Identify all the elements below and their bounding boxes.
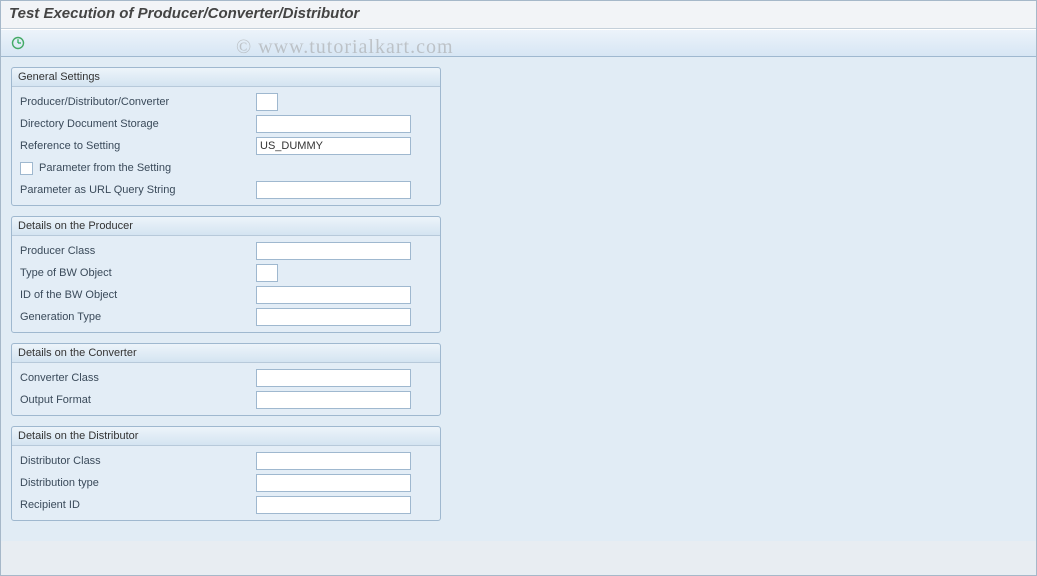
group-title-producer: Details on the Producer — [12, 217, 440, 236]
group-title-distributor: Details on the Distributor — [12, 427, 440, 446]
label-distribution-type: Distribution type — [20, 477, 256, 489]
input-distribution-type[interactable] — [256, 474, 411, 492]
label-producer-class: Producer Class — [20, 245, 256, 257]
input-pdc[interactable] — [256, 93, 278, 111]
label-distributor-class: Distributor Class — [20, 455, 256, 467]
label-bw-type: Type of BW Object — [20, 267, 256, 279]
input-recipient-id[interactable] — [256, 496, 411, 514]
input-bw-id[interactable] — [256, 286, 411, 304]
label-pdc: Producer/Distributor/Converter — [20, 96, 256, 108]
group-producer: Details on the Producer Producer Class T… — [11, 216, 441, 333]
input-output-format[interactable] — [256, 391, 411, 409]
label-param-url: Parameter as URL Query String — [20, 184, 256, 196]
label-generation-type: Generation Type — [20, 311, 256, 323]
group-converter: Details on the Converter Converter Class… — [11, 343, 441, 416]
page-title: Test Execution of Producer/Converter/Dis… — [1, 1, 1036, 29]
label-output-format: Output Format — [20, 394, 256, 406]
group-distributor: Details on the Distributor Distributor C… — [11, 426, 441, 521]
input-param-url[interactable] — [256, 181, 411, 199]
label-bw-id: ID of the BW Object — [20, 289, 256, 301]
execute-icon — [11, 36, 25, 50]
label-param-from-setting: Parameter from the Setting — [39, 162, 175, 174]
group-general-settings: General Settings Producer/Distributor/Co… — [11, 67, 441, 206]
input-distributor-class[interactable] — [256, 452, 411, 470]
label-converter-class: Converter Class — [20, 372, 256, 384]
content-area: General Settings Producer/Distributor/Co… — [1, 57, 1036, 541]
group-title-general: General Settings — [12, 68, 440, 87]
input-bw-type[interactable] — [256, 264, 278, 282]
group-title-converter: Details on the Converter — [12, 344, 440, 363]
execute-button[interactable] — [7, 33, 29, 53]
input-converter-class[interactable] — [256, 369, 411, 387]
input-directory[interactable] — [256, 115, 411, 133]
input-generation-type[interactable] — [256, 308, 411, 326]
toolbar — [1, 29, 1036, 57]
input-producer-class[interactable] — [256, 242, 411, 260]
label-reference: Reference to Setting — [20, 140, 256, 152]
label-directory: Directory Document Storage — [20, 118, 256, 130]
checkbox-param-from-setting[interactable] — [20, 162, 33, 175]
label-recipient-id: Recipient ID — [20, 499, 256, 511]
input-reference[interactable] — [256, 137, 411, 155]
